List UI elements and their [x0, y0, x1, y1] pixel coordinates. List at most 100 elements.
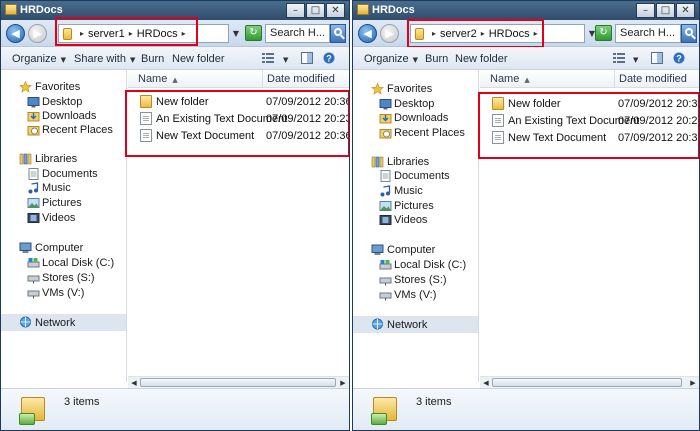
- search-icon[interactable]: [681, 24, 697, 43]
- search-input[interactable]: Search H...: [615, 24, 681, 43]
- change-view-icon[interactable]: [613, 52, 625, 64]
- title-bar[interactable]: HRDocs – □ ✕: [1, 1, 349, 20]
- scroll-right-icon[interactable]: ▶: [688, 378, 698, 388]
- nav-network[interactable]: Network: [1, 314, 126, 331]
- refresh-button[interactable]: ↻: [245, 25, 262, 41]
- nav-downloads[interactable]: Downloads: [1, 109, 126, 124]
- change-view-icon[interactable]: [262, 52, 274, 64]
- minimize-button[interactable]: –: [286, 3, 305, 18]
- nav-recent-places[interactable]: Recent Places: [353, 126, 478, 141]
- libraries-icon: [371, 156, 384, 168]
- scroll-left-icon[interactable]: ◀: [129, 378, 139, 388]
- address-bar[interactable]: ▸ server1 ▸ HRDocs ▸: [58, 24, 229, 43]
- preview-pane-icon[interactable]: [301, 52, 313, 64]
- svg-text:?: ?: [676, 54, 682, 64]
- chevron-right-icon[interactable]: ▸: [182, 29, 186, 38]
- column-header-name[interactable]: Name ▲: [128, 70, 263, 88]
- horizontal-scrollbar[interactable]: ◀ ▶: [128, 376, 349, 388]
- search-input[interactable]: Search H...: [265, 24, 330, 43]
- scrollbar-thumb[interactable]: [140, 378, 336, 387]
- new-folder-button[interactable]: New folder: [172, 53, 225, 65]
- file-date: 07/09/2012 20:36: [266, 130, 350, 142]
- file-row[interactable]: New Text Document 07/09/2012 20:36: [128, 128, 349, 144]
- nav-music[interactable]: Music: [353, 184, 478, 199]
- maximize-button[interactable]: □: [656, 3, 675, 18]
- file-row[interactable]: New Text Document 07/09/2012 20:36: [480, 130, 699, 146]
- close-button[interactable]: ✕: [326, 3, 345, 18]
- chevron-right-icon[interactable]: ▸: [481, 29, 485, 38]
- share-with-button[interactable]: Share with ▼: [74, 53, 135, 65]
- nav-local-disk[interactable]: Local Disk (C:): [1, 256, 126, 271]
- network-drive-icon: [27, 290, 40, 299]
- title-bar[interactable]: HRDocs – □ ✕: [353, 1, 699, 20]
- nav-videos[interactable]: Videos: [1, 211, 126, 226]
- help-icon[interactable]: ?: [673, 52, 685, 64]
- nav-documents[interactable]: Documents: [1, 167, 126, 182]
- nav-libraries[interactable]: Libraries: [1, 152, 126, 167]
- view-dropdown-icon[interactable]: ▼: [633, 53, 638, 65]
- nav-local-disk[interactable]: Local Disk (C:): [353, 258, 478, 273]
- nav-network[interactable]: Network: [353, 316, 478, 333]
- breadcrumb-server[interactable]: server2: [440, 28, 477, 40]
- breadcrumb-folder[interactable]: HRDocs: [137, 28, 178, 40]
- breadcrumb-folder[interactable]: HRDocs: [489, 28, 530, 40]
- chevron-right-icon[interactable]: ▸: [80, 29, 84, 38]
- nav-libraries[interactable]: Libraries: [353, 155, 478, 170]
- file-row[interactable]: New folder 07/09/2012 20:36: [128, 94, 349, 110]
- scroll-right-icon[interactable]: ▶: [338, 378, 348, 388]
- file-row[interactable]: An Existing Text Document 07/09/2012 20:…: [128, 111, 349, 127]
- back-button[interactable]: ◀: [6, 24, 25, 43]
- forward-button[interactable]: ▶: [28, 24, 47, 43]
- column-header-date-modified[interactable]: Date modified: [264, 70, 335, 88]
- scroll-left-icon[interactable]: ◀: [481, 378, 491, 388]
- organize-button[interactable]: Organize ▼: [364, 53, 418, 65]
- nav-pictures[interactable]: Pictures: [353, 199, 478, 214]
- nav-pictures[interactable]: Pictures: [1, 196, 126, 211]
- chevron-right-icon[interactable]: ▸: [534, 29, 538, 38]
- chevron-right-icon[interactable]: ▸: [129, 29, 133, 38]
- nav-vms-label: VMs (V:): [394, 289, 437, 301]
- refresh-button[interactable]: ↻: [595, 25, 612, 41]
- nav-videos[interactable]: Videos: [353, 213, 478, 228]
- address-dropdown-button[interactable]: ▼: [229, 24, 243, 43]
- close-button[interactable]: ✕: [676, 3, 695, 18]
- scrollbar-thumb[interactable]: [492, 378, 682, 387]
- nav-vms-drive[interactable]: VMs (V:): [353, 288, 478, 303]
- organize-button[interactable]: Organize ▼: [12, 53, 66, 65]
- new-folder-button[interactable]: New folder: [455, 53, 508, 65]
- nav-music[interactable]: Music: [1, 181, 126, 196]
- preview-pane-icon[interactable]: [651, 52, 663, 64]
- column-header-name[interactable]: Name ▲: [480, 70, 615, 88]
- nav-computer[interactable]: Computer: [353, 243, 478, 258]
- nav-downloads[interactable]: Downloads: [353, 111, 478, 126]
- nav-stores-drive[interactable]: Stores (S:): [1, 271, 126, 286]
- nav-vms-drive[interactable]: VMs (V:): [1, 286, 126, 301]
- back-button[interactable]: ◀: [358, 24, 377, 43]
- file-row[interactable]: An Existing Text Document 07/09/2012 20:…: [480, 113, 699, 129]
- nav-stores-drive[interactable]: Stores (S:): [353, 273, 478, 288]
- minimize-button[interactable]: –: [636, 3, 655, 18]
- help-icon[interactable]: ?: [323, 52, 335, 64]
- nav-recent-places-label: Recent Places: [42, 124, 113, 136]
- nav-desktop[interactable]: Desktop: [1, 95, 126, 110]
- nav-computer[interactable]: Computer: [1, 241, 126, 256]
- file-row[interactable]: New folder 07/09/2012 20:36: [480, 96, 699, 112]
- nav-favorites[interactable]: Favorites: [1, 80, 126, 95]
- burn-button[interactable]: Burn: [425, 53, 448, 65]
- maximize-button[interactable]: □: [306, 3, 325, 18]
- column-header-date-modified[interactable]: Date modified: [616, 70, 687, 88]
- nav-stores-label: Stores (S:): [42, 272, 95, 284]
- forward-button[interactable]: ▶: [380, 24, 399, 43]
- burn-button[interactable]: Burn: [141, 53, 164, 65]
- nav-documents[interactable]: Documents: [353, 169, 478, 184]
- address-bar[interactable]: ▸ server2 ▸ HRDocs ▸: [410, 24, 585, 43]
- breadcrumb-server[interactable]: server1: [88, 28, 125, 40]
- folder-icon: [492, 97, 504, 110]
- nav-desktop[interactable]: Desktop: [353, 97, 478, 112]
- chevron-right-icon[interactable]: ▸: [432, 29, 436, 38]
- view-dropdown-icon[interactable]: ▼: [283, 53, 288, 65]
- nav-favorites[interactable]: Favorites: [353, 82, 478, 97]
- nav-recent-places[interactable]: Recent Places: [1, 123, 126, 138]
- search-icon[interactable]: [330, 24, 346, 43]
- horizontal-scrollbar[interactable]: ◀ ▶: [480, 376, 699, 388]
